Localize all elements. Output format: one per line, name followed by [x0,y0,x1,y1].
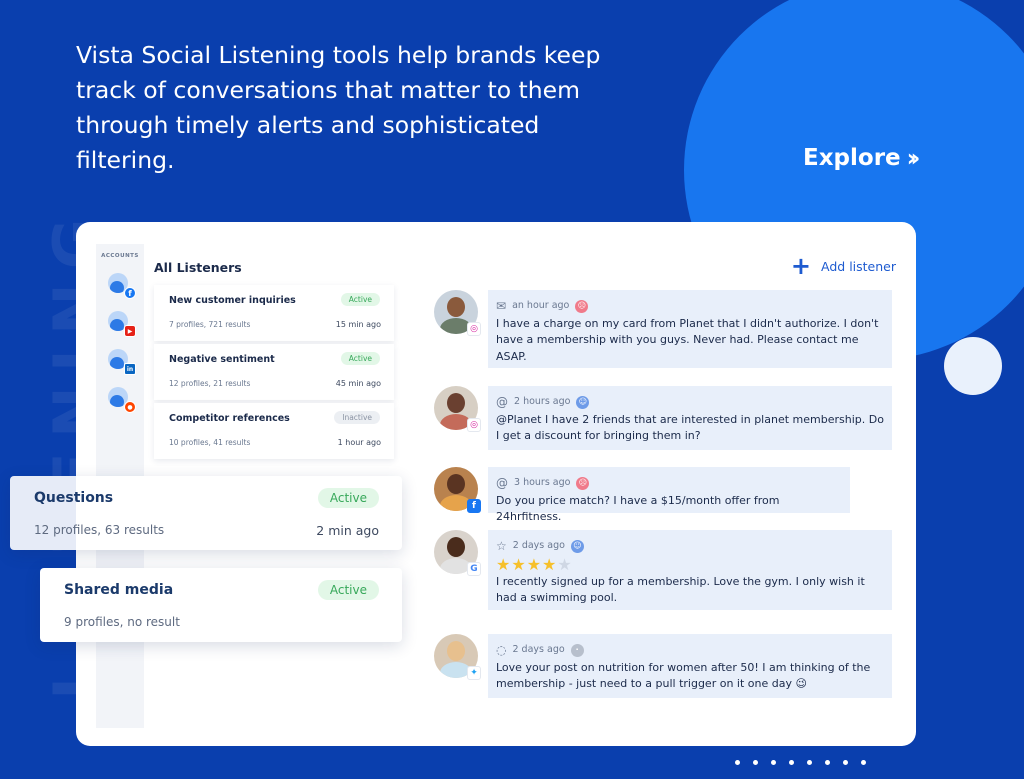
dot [771,760,776,765]
star-icon: ★ [526,554,543,574]
dot [825,760,830,765]
mention-text: Love your post on nutrition for women af… [496,660,871,691]
star-icon: ★ [557,554,573,574]
add-listener-label: Add listener [821,258,896,274]
mention-text: I have a charge on my card from Planet t… [496,316,879,363]
envelope-icon: ✉ [496,299,507,314]
listener-time: 45 min ago [335,379,381,388]
status-badge: Inactive [334,411,380,424]
neutral-sentiment-icon: · [570,643,584,657]
reddit-icon: ● [124,401,136,413]
positive-sentiment-icon: ☺ [576,395,590,409]
positive-sentiment-icon: ☺ [570,539,584,553]
listener-meta: 12 profiles, 63 results [34,523,165,537]
explore-label: Explore [803,145,901,171]
mention-time: 3 hours ago [514,477,571,488]
mention-text: Do you price match? I have a $15/month o… [496,493,780,524]
negative-sentiment-icon: ☹ [576,476,590,490]
avatar: G [434,530,481,576]
instagram-icon: ◎ [467,322,481,336]
account-facebook[interactable]: f [108,273,136,299]
status-badge: Active [340,352,380,365]
star-icon: ★ [542,554,558,574]
mention-bubble: ◌ 2 days ago · Love your post on nutriti… [488,634,892,698]
mention-time: 2 hours ago [514,396,571,407]
listener-card-questions[interactable]: Questions 12 profiles, 63 results Active… [10,476,402,550]
listeners-title: All Listeners [154,260,242,275]
listener-meta: 9 profiles, no result [64,615,180,629]
mention-text: I recently signed up for a membership. L… [496,574,865,605]
listener-card-shared-media[interactable]: Shared media 9 profiles, no result Activ… [40,568,402,642]
double-chevron-right-icon: ›› [906,144,921,172]
pagination-dots [735,760,866,765]
negative-sentiment-icon: ☹ [575,299,589,313]
account-linkedin[interactable]: in [108,349,136,375]
status-badge: Active [317,488,379,508]
account-reddit[interactable]: ● [108,387,136,413]
dot [861,760,866,765]
comment-icon: ◌ [496,643,507,658]
mention-time: an hour ago [512,300,570,311]
dot [843,760,848,765]
listener-time: 2 min ago [316,523,379,538]
twitter-icon: ✦ [467,666,481,680]
listener-time: 1 hour ago [337,438,381,447]
google-icon: G [467,562,481,576]
avatar: ◎ [434,386,481,432]
mention-time: 2 days ago [512,644,565,655]
hero-headline: Vista Social Listening tools help brands… [76,41,601,174]
facebook-icon: f [124,287,136,299]
at-sign-icon: @ [496,395,508,410]
mention-bubble: ☆ 2 days ago ☺ ★★★★★ I recently signed u… [488,530,892,610]
avatar: ◎ [434,290,481,336]
status-badge: Active [317,580,379,600]
dot [735,760,740,765]
mention-time: 2 days ago [512,540,565,551]
listener-item[interactable]: Negative sentiment 12 profiles, 21 resul… [154,344,394,400]
mention-bubble: ✉ an hour ago ☹ I have a charge on my ca… [488,290,892,368]
plus-icon: + [790,252,812,280]
facebook-icon: f [467,499,481,513]
mention-text: @Planet I have 2 friends that are intere… [496,412,884,443]
youtube-icon: ▶ [124,325,136,337]
avatar: ✦ [434,634,481,680]
listener-item[interactable]: New customer inquiries 7 profiles, 721 r… [154,285,394,341]
star-icon: ★ [496,554,512,574]
account-youtube[interactable]: ▶ [108,311,136,337]
listener-time: 15 min ago [335,320,381,329]
star-icon: ★ [511,554,527,574]
explore-link[interactable]: Explore ›› [803,144,921,172]
dot [807,760,812,765]
listener-list: New customer inquiries 7 profiles, 721 r… [154,285,394,462]
star-outline-icon: ☆ [496,539,507,554]
listener-name: Questions [34,490,114,506]
listener-name: Shared media [64,582,174,598]
listener-item[interactable]: Competitor references 10 profiles, 41 re… [154,403,394,459]
add-listener-button[interactable]: + Add listener [790,252,896,280]
status-badge: Active [340,293,380,306]
mention-bubble: @ 2 hours ago ☺ @Planet I have 2 friends… [488,386,892,450]
dot [789,760,794,765]
instagram-icon: ◎ [467,418,481,432]
linkedin-icon: in [124,363,136,375]
accounts-title: ACCOUNTS [101,253,139,259]
dot [753,760,758,765]
mention-bubble: @ 3 hours ago ☹ Do you price match? I ha… [488,467,850,523]
decorative-circle-small [944,337,1002,395]
avatar: f [434,467,481,513]
at-sign-icon: @ [496,476,508,491]
star-rating: ★★★★★ [496,554,884,574]
